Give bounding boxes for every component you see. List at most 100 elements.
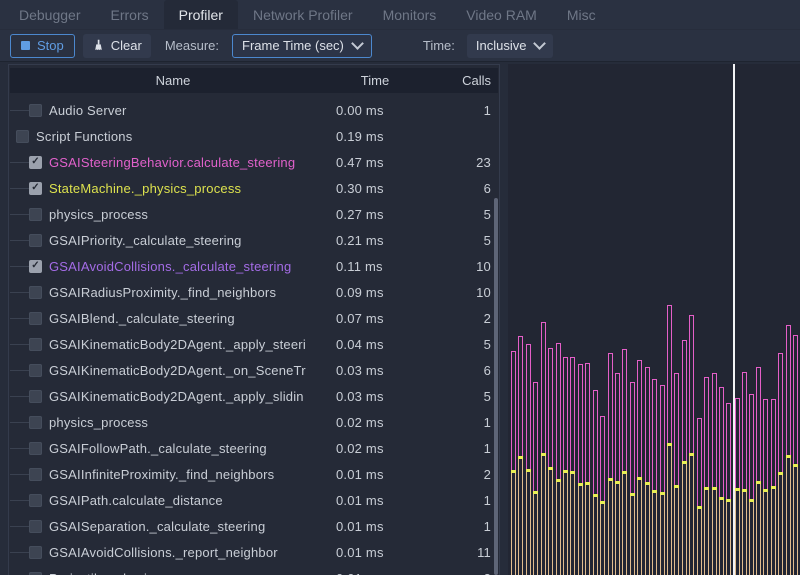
frame-bar-lower[interactable] xyxy=(526,470,531,575)
frame-bar-lower[interactable] xyxy=(742,490,747,575)
row-checkbox[interactable]: ✓ xyxy=(29,182,42,195)
frame-bar-lower[interactable] xyxy=(615,482,620,575)
row-checkbox[interactable] xyxy=(29,520,42,533)
frame-bar-upper[interactable] xyxy=(771,399,776,487)
frame-bar-lower[interactable] xyxy=(682,462,687,575)
row-checkbox[interactable] xyxy=(29,416,42,429)
frame-bar-upper[interactable] xyxy=(786,325,791,456)
frame-bar-upper[interactable] xyxy=(667,305,672,444)
tab-video-ram[interactable]: Video RAM xyxy=(451,0,552,29)
frame-bar-lower[interactable] xyxy=(660,493,665,575)
frame-bar-lower[interactable] xyxy=(541,454,546,575)
frame-bar-upper[interactable] xyxy=(600,416,605,502)
frame-bar-lower[interactable] xyxy=(556,480,561,575)
row-checkbox[interactable]: ✓ xyxy=(29,156,42,169)
frame-bar-upper[interactable] xyxy=(697,418,702,507)
row-checkbox[interactable] xyxy=(29,442,42,455)
frame-bar-upper[interactable] xyxy=(615,373,620,482)
tab-debugger[interactable]: Debugger xyxy=(4,0,96,29)
frame-bar-lower[interactable] xyxy=(645,483,650,575)
table-row[interactable]: physics_process0.27 ms5 xyxy=(10,201,498,227)
frame-bar-upper[interactable] xyxy=(637,360,642,478)
row-checkbox[interactable] xyxy=(29,286,42,299)
frame-bar-upper[interactable] xyxy=(645,367,650,483)
tab-network-profiler[interactable]: Network Profiler xyxy=(238,0,368,29)
frame-bar-lower[interactable] xyxy=(511,471,516,575)
row-checkbox[interactable] xyxy=(29,468,42,481)
frame-bar-lower[interactable] xyxy=(518,457,523,575)
frame-bar-upper[interactable] xyxy=(682,340,687,462)
tab-errors[interactable]: Errors xyxy=(96,0,164,29)
frame-bar-lower[interactable] xyxy=(735,489,740,575)
frame-bar-upper[interactable] xyxy=(763,399,768,490)
table-row[interactable]: GSAIBlend._calculate_steering0.07 ms2 xyxy=(10,305,498,331)
frame-bar-upper[interactable] xyxy=(570,357,575,472)
row-checkbox[interactable] xyxy=(16,130,29,143)
row-checkbox[interactable] xyxy=(29,546,42,559)
table-row[interactable]: GSAISeparation._calculate_steering0.01 m… xyxy=(10,513,498,539)
frame-bar-lower[interactable] xyxy=(778,473,783,575)
measure-dropdown[interactable]: Frame Time (sec) xyxy=(232,34,372,58)
frame-bar-upper[interactable] xyxy=(778,353,783,473)
frame-bar-lower[interactable] xyxy=(749,500,754,575)
frame-bar-upper[interactable] xyxy=(541,322,546,454)
table-row[interactable]: GSAIKinematicBody2DAgent._apply_steeri0.… xyxy=(10,331,498,357)
frame-cursor-line[interactable] xyxy=(733,64,735,575)
frame-bar-upper[interactable] xyxy=(726,403,731,500)
frame-bar-lower[interactable] xyxy=(630,494,635,575)
table-row[interactable]: ✓GSAIAvoidCollisions._calculate_steering… xyxy=(10,253,498,279)
frame-bar-lower[interactable] xyxy=(593,495,598,575)
frame-bar-upper[interactable] xyxy=(518,336,523,457)
frame-bar-lower[interactable] xyxy=(637,478,642,575)
frame-bar-lower[interactable] xyxy=(726,500,731,575)
frame-bar-lower[interactable] xyxy=(667,444,672,575)
frame-bar-upper[interactable] xyxy=(608,353,613,479)
frame-bar-upper[interactable] xyxy=(660,385,665,493)
row-checkbox[interactable] xyxy=(29,104,42,117)
frame-bar-upper[interactable] xyxy=(622,349,627,472)
table-row[interactable]: ✓GSAISteeringBehavior.calculate_steering… xyxy=(10,149,498,175)
frame-bar-upper[interactable] xyxy=(749,394,754,500)
frame-bar-upper[interactable] xyxy=(756,367,761,482)
frame-bar-lower[interactable] xyxy=(786,456,791,575)
frame-bar-upper[interactable] xyxy=(719,387,724,498)
row-checkbox[interactable] xyxy=(29,572,42,575)
frame-bar-upper[interactable] xyxy=(704,377,709,488)
stop-button[interactable]: Stop xyxy=(10,34,75,58)
frame-bar-upper[interactable] xyxy=(563,357,568,471)
frame-bar-lower[interactable] xyxy=(600,502,605,575)
frame-bar-lower[interactable] xyxy=(578,484,583,575)
row-checkbox[interactable] xyxy=(29,312,42,325)
clear-button[interactable]: Clear xyxy=(83,34,151,58)
frame-bar-upper[interactable] xyxy=(578,364,583,484)
table-row[interactable]: GSAIKinematicBody2DAgent._apply_slidin0.… xyxy=(10,383,498,409)
row-checkbox[interactable]: ✓ xyxy=(29,260,42,273)
frame-bar-upper[interactable] xyxy=(735,398,740,489)
frame-bar-lower[interactable] xyxy=(563,471,568,575)
frame-bar-upper[interactable] xyxy=(712,373,717,488)
frame-bar-upper[interactable] xyxy=(593,390,598,495)
row-checkbox[interactable] xyxy=(29,364,42,377)
row-checkbox[interactable] xyxy=(29,234,42,247)
frame-bar-upper[interactable] xyxy=(585,363,590,483)
time-column-header[interactable]: Time xyxy=(336,73,414,88)
tree-scrollbar[interactable] xyxy=(494,198,498,575)
frame-bar-lower[interactable] xyxy=(533,492,538,575)
tab-misc[interactable]: Misc xyxy=(552,0,611,29)
frame-bar-upper[interactable] xyxy=(689,315,694,454)
frame-bar-upper[interactable] xyxy=(630,382,635,494)
frame-bar-lower[interactable] xyxy=(548,468,553,575)
frame-bar-lower[interactable] xyxy=(652,491,657,575)
table-row[interactable]: GSAIInfiniteProximity._find_neighbors0.0… xyxy=(10,461,498,487)
frame-bar-lower[interactable] xyxy=(585,483,590,575)
row-checkbox[interactable] xyxy=(29,208,42,221)
row-checkbox[interactable] xyxy=(29,390,42,403)
row-checkbox[interactable] xyxy=(29,494,42,507)
tab-monitors[interactable]: Monitors xyxy=(368,0,452,29)
frame-bar-upper[interactable] xyxy=(533,382,538,492)
time-dropdown[interactable]: Inclusive xyxy=(467,34,554,58)
frame-bar-upper[interactable] xyxy=(548,348,553,468)
frame-bar-lower[interactable] xyxy=(697,507,702,575)
frame-bar-lower[interactable] xyxy=(771,487,776,575)
frame-bar-upper[interactable] xyxy=(511,351,516,471)
